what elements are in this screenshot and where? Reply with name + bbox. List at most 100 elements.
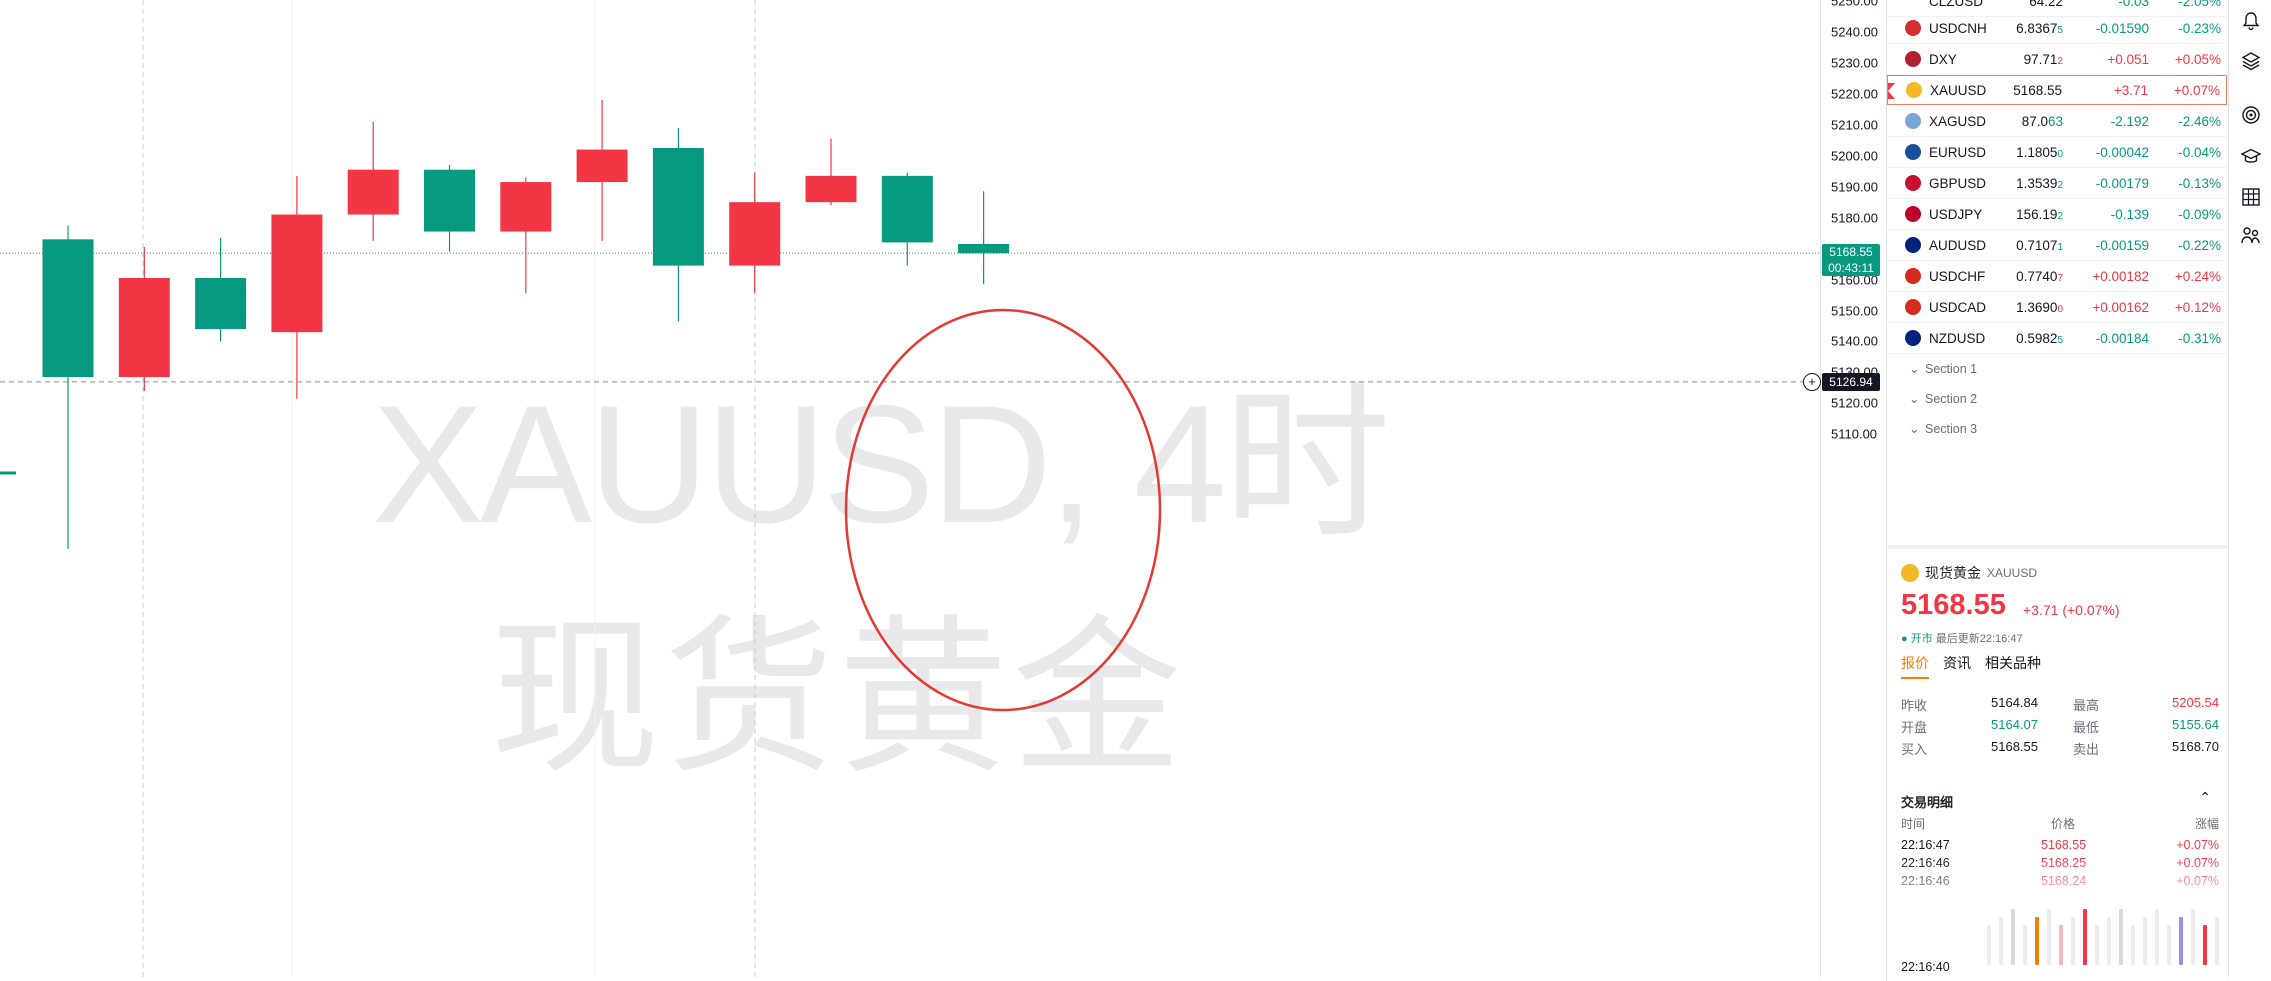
watchlist-symbol: NZDUSD — [1929, 330, 1986, 346]
candle-countdown: 00:43:11 — [1828, 261, 1874, 276]
candle-body — [118, 278, 170, 378]
academy-cap-icon[interactable] — [2240, 146, 2262, 168]
toolbar-tool[interactable] — [2023, 925, 2027, 965]
layers-icon[interactable] — [2240, 50, 2262, 72]
watchlist-row-nzdusd[interactable]: NZDUSD 0.59825 -0.00184 -0.31% — [1887, 323, 2227, 354]
watchlist-symbol: USDJPY — [1929, 206, 1983, 222]
calendar-grid-icon[interactable] — [2240, 186, 2262, 208]
toolbar-tool[interactable] — [2107, 917, 2111, 965]
toolbar-tool[interactable] — [1987, 925, 1991, 965]
details-tab-3[interactable]: 相关品种 — [1985, 653, 2041, 679]
flag-marker-icon[interactable] — [1888, 83, 1895, 99]
toolbar-tool[interactable] — [2191, 909, 2195, 965]
watchlist-symbol: XAGUSD — [1929, 113, 1987, 129]
floating-toolbar[interactable] — [1987, 895, 2229, 979]
watchlist-symbol: EURUSD — [1929, 144, 1987, 160]
watchlist-row-usdchf[interactable]: USDCHF 0.77407 +0.00182 +0.24% — [1887, 261, 2227, 292]
watchlist-row-xagusd[interactable]: XAGUSD 87.063 -2.192 -2.46% — [1887, 106, 2227, 137]
toolbar-tool[interactable] — [2047, 909, 2051, 965]
annotation-circle — [844, 308, 1162, 712]
price-axis[interactable]: 5250.00 5240.00 5230.00 5220.00 5210.00 5200.… — [1820, 0, 1887, 977]
price-tick-label: 5150.00 — [1831, 303, 1878, 318]
right-icon-rail — [2228, 0, 2271, 977]
watchlist-row-usdjpy[interactable]: USDJPY 156.192 -0.139 -0.09% — [1887, 199, 2227, 230]
us-cn-flag-icon — [1905, 20, 1921, 36]
watchlist-last-sub: 5 — [2057, 334, 2063, 346]
watchlist-panel: CLZUSD 64.22 -0.03 -2.05% USDCNH 6.83675-… — [1886, 0, 2229, 545]
trade-time: 22:16:47 — [1901, 838, 1950, 852]
toolbar-tool[interactable] — [2071, 917, 2075, 965]
watchlist-section-1[interactable]: ⌄ Section 1 — [1909, 361, 1977, 376]
candle-body — [805, 175, 857, 203]
watchlist-last-main: 0.7107 — [2016, 237, 2058, 253]
toolbar-tool[interactable] — [2059, 925, 2063, 965]
toolbar-tool[interactable] — [2035, 917, 2039, 965]
community-icon[interactable] — [2240, 224, 2262, 246]
watchlist-row-usdcad[interactable]: USDCAD 1.36900 +0.00162 +0.12% — [1887, 292, 2227, 323]
price-tick-label: 5230.00 — [1831, 55, 1878, 71]
chevron-down-icon: ⌄ — [1909, 422, 1920, 436]
toolbar-tool[interactable] — [2167, 925, 2171, 965]
watchlist-last: 1.36900 — [2016, 300, 2063, 315]
crosshair-price-label: 5126.94 — [1822, 372, 1880, 391]
details-tab-1[interactable]: 报价 — [1901, 653, 1929, 679]
signal-radar-icon[interactable] — [2240, 104, 2262, 126]
toolbar-tool[interactable] — [2083, 909, 2087, 965]
watchlist-section-2[interactable]: ⌄ Section 2 — [1909, 391, 1977, 406]
watchlist-change: -2.192 — [2110, 113, 2149, 129]
candle-body — [271, 214, 323, 333]
details-tab-2[interactable]: 资讯 — [1943, 653, 1971, 679]
watchlist-last: 0.77407 — [2016, 269, 2063, 284]
toolbar-tool[interactable] — [2179, 917, 2183, 965]
watchlist-last-sub: 0 — [2057, 148, 2063, 160]
watchlist-percent: -0.13% — [2178, 175, 2221, 191]
watchlist-row-gbpusd[interactable]: GBPUSD 1.35392 -0.00179 -0.13% — [1887, 168, 2227, 199]
quote-label: 最高 — [2073, 698, 2100, 713]
watchlist-last-sub: 1 — [2057, 241, 2063, 253]
toolbar-tool[interactable] — [1999, 917, 2003, 965]
toolbar-tool[interactable] — [2011, 909, 2015, 965]
market-status: ● 开市 最后更新22:16:47 — [1901, 630, 2023, 646]
quote-value: 5205.54 — [2172, 695, 2219, 710]
nz-us-flag-icon — [1905, 330, 1921, 346]
price-tick-label: 5110.00 — [1831, 426, 1878, 442]
toolbar-tool[interactable] — [2155, 909, 2159, 965]
watchlist-row-eurusd[interactable]: EURUSD 1.18050 -0.00042 -0.04% — [1887, 137, 2227, 168]
watchlist-last-sub: 2 — [2057, 55, 2063, 67]
last-price-value: 5168.55 — [1829, 245, 1873, 260]
chart-area[interactable]: XAUUSD, 4时 现货黄金 — [0, 0, 1820, 977]
watchlist-last: 87.063 — [2022, 114, 2063, 129]
price-tick-label: 5220.00 — [1831, 86, 1878, 102]
watchlist-percent: +0.07% — [2173, 82, 2220, 98]
watchlist-row-usdcnh[interactable]: USDCNH 6.83675 -0.01590 -0.23% — [1887, 13, 2227, 44]
watchlist-row-audusd[interactable]: AUDUSD 0.71071 -0.00159 -0.22% — [1887, 230, 2227, 261]
watchlist-percent: -0.23% — [2178, 20, 2221, 36]
watchlist-row-xauusd[interactable]: XAUUSD 5168.55 +3.71 +0.07% — [1887, 75, 2227, 105]
toolbar-tool[interactable] — [2095, 925, 2099, 965]
watchlist-change: -0.03 — [2118, 0, 2149, 9]
chevron-up-icon[interactable]: ⌃ — [2199, 789, 2211, 806]
candle-body — [958, 243, 1010, 254]
toolbar-tool[interactable] — [2143, 917, 2147, 965]
candle-body — [347, 169, 399, 215]
crosshair-add-icon[interactable]: + — [1803, 372, 1821, 391]
watchlist-symbol: CLZUSD — [1929, 0, 1984, 9]
bell-icon[interactable] — [2240, 10, 2262, 32]
watchlist-last-main: 1.1805 — [2016, 144, 2058, 160]
watchlist-last-sub: 2 — [2057, 210, 2063, 222]
watchlist-last-main: 156.19 — [2016, 206, 2058, 222]
watchlist-symbol: XAUUSD — [1930, 82, 1987, 98]
quote-value: 5164.07 — [1991, 717, 2038, 732]
toolbar-tool[interactable] — [2203, 925, 2207, 965]
watchlist-change: -0.01590 — [2095, 20, 2149, 36]
toolbar-tool[interactable] — [2215, 917, 2219, 965]
us-ch-flag-icon — [1905, 268, 1921, 284]
us-ca-flag-icon — [1905, 299, 1921, 315]
candlestick-chart[interactable] — [0, 0, 1820, 977]
price-tick-label: 5250.00 — [1831, 0, 1878, 9]
toolbar-tool[interactable] — [2119, 909, 2123, 965]
toolbar-tool[interactable] — [2131, 925, 2135, 965]
eu-us-flag-icon — [1905, 144, 1921, 160]
watchlist-row-dxy[interactable]: DXY 97.712 +0.051 +0.05% — [1887, 44, 2227, 75]
watchlist-section-3[interactable]: ⌄ Section 3 — [1909, 421, 1977, 436]
